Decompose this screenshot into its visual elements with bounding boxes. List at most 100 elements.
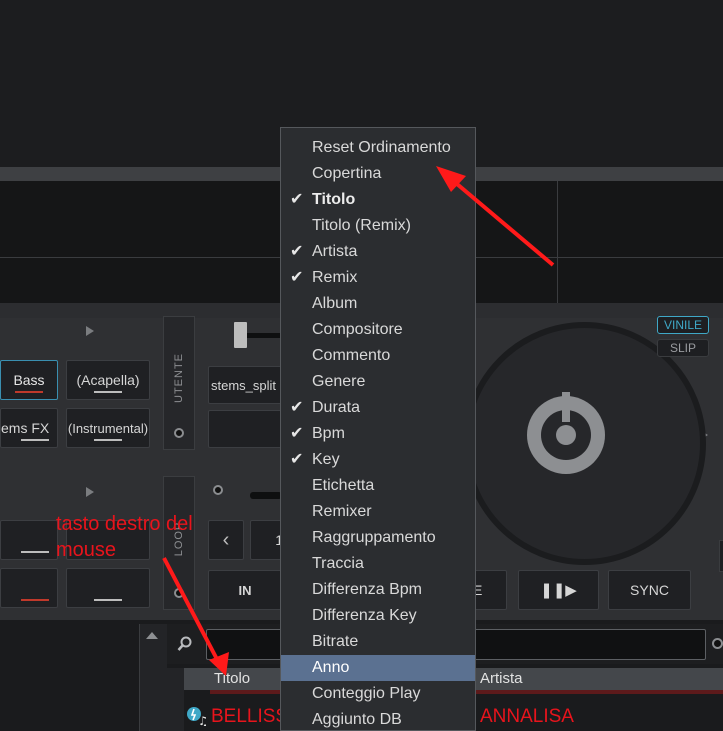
vinyl-label: VINILE xyxy=(663,318,702,332)
pad-acapella[interactable]: (Acapella) xyxy=(66,360,150,400)
stems-split-button[interactable]: stems_split xyxy=(208,366,282,404)
pad-empty-3[interactable] xyxy=(0,568,58,608)
browser-scrollbar[interactable] xyxy=(139,624,167,731)
waveform-divider-vertical xyxy=(557,181,558,303)
scroll-up-icon[interactable] xyxy=(146,632,158,639)
menu-item-anno[interactable]: Anno xyxy=(281,655,475,681)
menu-item-label: Bitrate xyxy=(312,633,359,650)
loop-size-button[interactable]: 1 xyxy=(250,520,284,560)
menu-item-label: Commento xyxy=(312,347,391,364)
menu-item-remix[interactable]: ✔ Remix xyxy=(281,265,475,291)
pad-bass-label: Bass xyxy=(13,372,45,388)
menu-item-aggiunto-db[interactable]: Aggiunto DB xyxy=(281,707,475,730)
menu-item-label: Raggruppamento xyxy=(312,529,436,546)
user-knob-icon[interactable] xyxy=(174,428,184,438)
menu-item-copertina[interactable]: Copertina xyxy=(281,161,475,187)
menu-item-label: Key xyxy=(312,451,340,468)
pitch-track xyxy=(250,492,282,499)
menu-item-titolo[interactable]: ✔ Titolo xyxy=(281,187,475,213)
pad-empty-1[interactable] xyxy=(0,520,58,560)
menu-item-label: Conteggio Play xyxy=(312,685,421,702)
menu-item-label: Artista xyxy=(312,243,358,260)
slider-handle[interactable] xyxy=(234,322,247,348)
pad-indicator xyxy=(94,599,122,601)
menu-item-raggruppamento[interactable]: Raggruppamento xyxy=(281,525,475,551)
menu-item-bpm[interactable]: ✔ Bpm xyxy=(281,421,475,447)
menu-item-label: Copertina xyxy=(312,165,382,182)
chevron-left-icon: ‹ xyxy=(222,528,230,551)
loop-back-button[interactable]: ‹ xyxy=(208,520,244,560)
pad-indicator xyxy=(94,391,122,393)
track-artist[interactable]: ANNALISA xyxy=(480,706,574,728)
loop-knob-icon[interactable] xyxy=(174,588,184,598)
sync-label: SYNC xyxy=(630,582,669,598)
pad-indicator xyxy=(21,439,49,441)
menu-item-label: Bpm xyxy=(312,425,345,442)
menu-item-bitrate[interactable]: Bitrate xyxy=(281,629,475,655)
menu-item-label: Anno xyxy=(312,659,350,676)
menu-item-titolo-remix[interactable]: Titolo (Remix) xyxy=(281,213,475,239)
search-icon[interactable] xyxy=(177,636,192,651)
pad-stems-fx[interactable]: ems FX xyxy=(0,408,58,448)
empty-pad[interactable] xyxy=(208,410,282,448)
user-panel-label: UTENTE xyxy=(173,353,185,403)
menu-item-traccia[interactable]: Traccia xyxy=(281,551,475,577)
annotation-line-1: tasto destro del xyxy=(56,513,193,535)
menu-item-etichetta[interactable]: Etichetta xyxy=(281,473,475,499)
checkmark-icon: ✔ xyxy=(290,451,304,468)
checkmark-icon: ✔ xyxy=(290,269,304,286)
pad-instrumental-label: (Instrumental) xyxy=(67,420,149,436)
pad-indicator xyxy=(15,391,43,393)
pad-stems-fx-label: ems FX xyxy=(1,420,50,436)
jog-center-notch xyxy=(562,392,570,422)
sync-button[interactable]: SYNC xyxy=(608,570,691,610)
vinyl-button[interactable]: VINILE xyxy=(657,316,709,334)
menu-item-artista[interactable]: ✔ Artista xyxy=(281,239,475,265)
loop-in-button[interactable]: IN xyxy=(208,570,282,610)
play-pause-button[interactable]: ❚❚▶ xyxy=(518,570,599,610)
menu-item-compositore[interactable]: Compositore xyxy=(281,317,475,343)
slip-label: SLIP xyxy=(669,341,696,355)
menu-item-label: Etichetta xyxy=(312,477,375,494)
search-option-icon[interactable] xyxy=(712,638,723,649)
menu-item-key[interactable]: ✔ Key xyxy=(281,447,475,473)
pad-empty-4[interactable] xyxy=(66,568,150,608)
menu-item-durata[interactable]: ✔ Durata xyxy=(281,395,475,421)
pad-indicator xyxy=(94,439,122,441)
pad-indicator xyxy=(21,551,49,553)
track-stem-icon: ♫ xyxy=(186,706,209,728)
slip-button[interactable]: SLIP xyxy=(657,339,709,357)
menu-item-genere[interactable]: Genere xyxy=(281,369,475,395)
column-header-artist[interactable]: Artista xyxy=(480,668,523,690)
menu-item-differenza-bpm[interactable]: Differenza Bpm xyxy=(281,577,475,603)
pad-page-arrow-icon[interactable] xyxy=(86,487,94,497)
pitch-knob-icon[interactable] xyxy=(213,485,223,495)
menu-item-album[interactable]: Album xyxy=(281,291,475,317)
checkmark-icon: ✔ xyxy=(290,191,304,208)
menu-item-label: Compositore xyxy=(312,321,403,338)
menu-item-label: Titolo xyxy=(312,191,356,208)
menu-item-differenza-key[interactable]: Differenza Key xyxy=(281,603,475,629)
column-context-menu[interactable]: Reset Ordinamento Copertina ✔ Titolo Titolo … xyxy=(280,127,476,731)
column-header-title[interactable]: Titolo xyxy=(214,668,250,690)
menu-item-label: Durata xyxy=(312,399,361,416)
stems-split-label: stems_split xyxy=(211,377,277,393)
annotation-line-2: mouse xyxy=(56,539,117,561)
menu-item-label: Differenza Key xyxy=(312,607,417,624)
checkmark-icon: ✔ xyxy=(290,399,304,416)
browser-gutter xyxy=(167,668,184,731)
svg-text:♫: ♫ xyxy=(198,714,206,726)
menu-item-reset-ordinamento[interactable]: Reset Ordinamento xyxy=(281,135,475,161)
pad-acapella-label: (Acapella) xyxy=(76,372,140,388)
menu-item-conteggio-play[interactable]: Conteggio Play xyxy=(281,681,475,707)
menu-item-label: Differenza Bpm xyxy=(312,581,422,598)
pad-page-arrow-icon[interactable] xyxy=(86,326,94,336)
menu-item-commento[interactable]: Commento xyxy=(281,343,475,369)
menu-item-remixer[interactable]: Remixer xyxy=(281,499,475,525)
pad-instrumental[interactable]: (Instrumental) xyxy=(66,408,150,448)
menu-item-label: Remix xyxy=(312,269,358,286)
menu-item-label: Traccia xyxy=(312,555,364,572)
menu-item-label: Genere xyxy=(312,373,366,390)
checkmark-icon: ✔ xyxy=(290,243,304,260)
pad-bass[interactable]: Bass xyxy=(0,360,58,400)
